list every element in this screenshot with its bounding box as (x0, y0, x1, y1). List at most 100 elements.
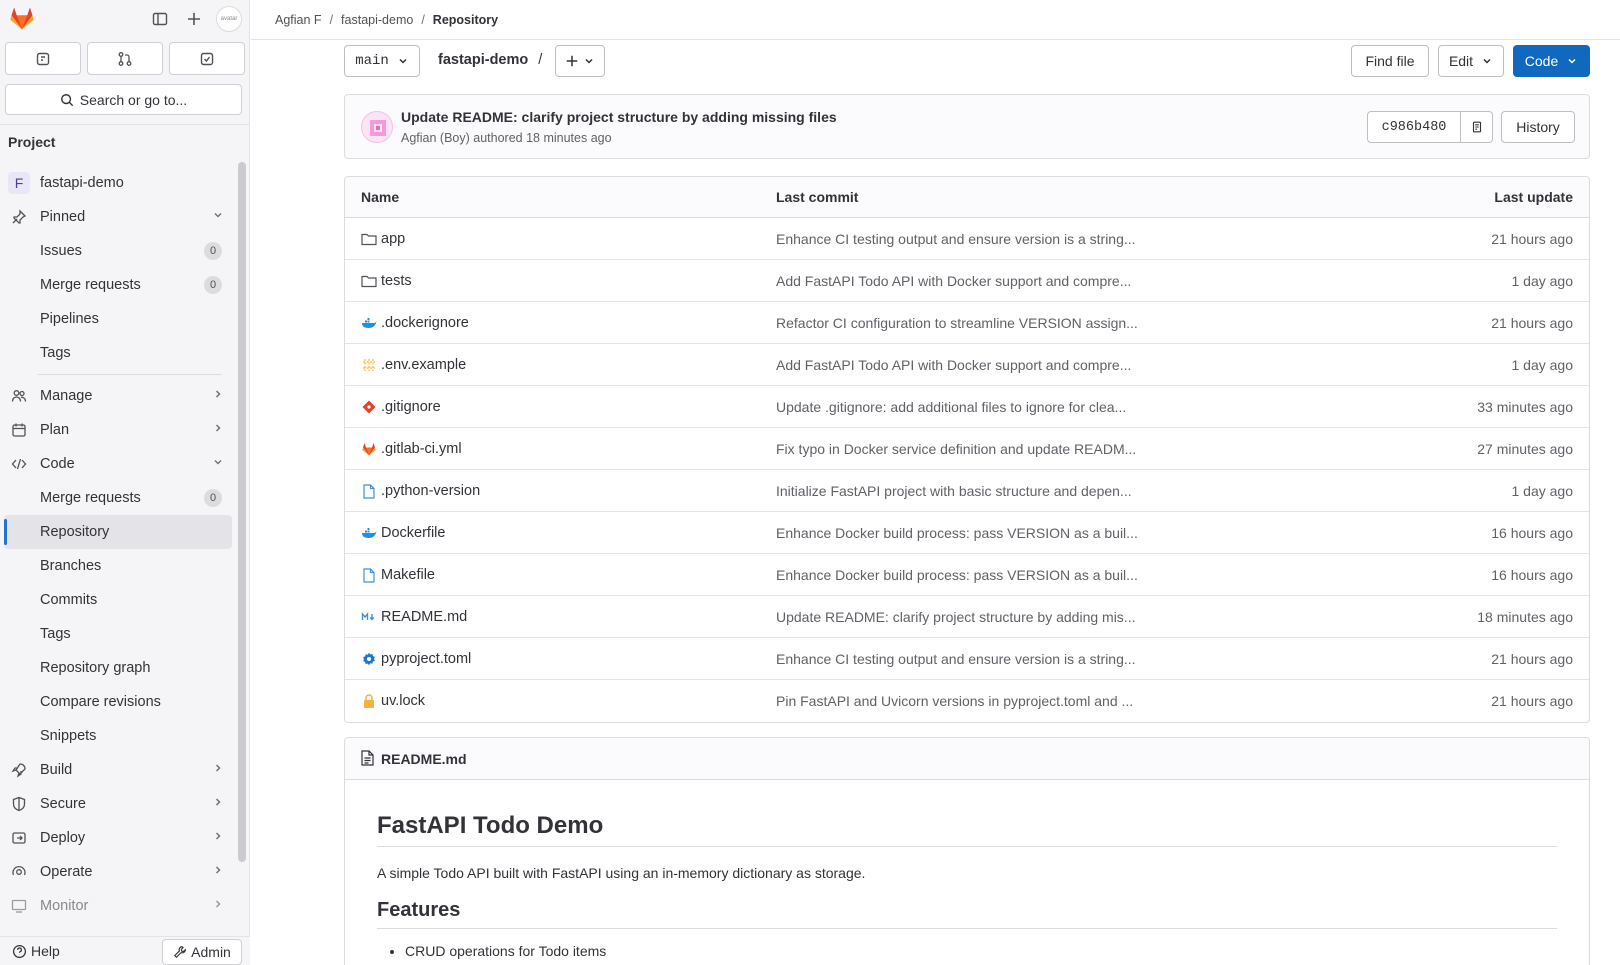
commit-title[interactable]: Update README: clarify project structure… (401, 109, 837, 125)
create-new-icon[interactable] (182, 7, 206, 31)
commit-message[interactable]: Fix typo in Docker service definition an… (776, 441, 1136, 457)
help-label: Help (31, 943, 60, 959)
file-name[interactable]: .python-version (381, 483, 480, 499)
file-name[interactable]: README.md (381, 609, 467, 625)
commit-message[interactable]: Enhance CI testing output and ensure ver… (776, 231, 1136, 247)
sidebar-item-snippets[interactable]: Snippets (0, 719, 236, 753)
commit-message[interactable]: Enhance CI testing output and ensure ver… (776, 651, 1136, 667)
file-name[interactable]: tests (381, 273, 412, 289)
commit-sha[interactable]: c986b480 (1367, 111, 1461, 143)
file-name[interactable]: uv.lock (381, 693, 425, 709)
commit-message[interactable]: Enhance Docker build process: pass VERSI… (776, 567, 1138, 583)
gitlab-logo-icon[interactable] (8, 4, 36, 32)
history-label: History (1516, 119, 1560, 135)
commit-message[interactable]: Enhance Docker build process: pass VERSI… (776, 525, 1138, 541)
breadcrumb-item-current[interactable]: Repository (433, 13, 498, 27)
copy-sha-button[interactable] (1461, 111, 1493, 143)
commit-message[interactable]: Add FastAPI Todo API with Docker support… (776, 357, 1131, 373)
sidebar-item-build[interactable]: Build (0, 753, 236, 787)
sidebar-item-pinned[interactable]: Pinned (0, 200, 236, 234)
sidebar-item-pipelines[interactable]: Pipelines (0, 302, 236, 336)
sidebar-item-repository[interactable]: Repository (4, 515, 232, 549)
commit-date: 21 hours ago (1491, 314, 1573, 331)
sidebar-item-project[interactable]: F fastapi-demo (0, 166, 236, 200)
commit-message[interactable]: Update .gitignore: add additional files … (776, 399, 1126, 415)
file-name[interactable]: .gitignore (381, 399, 441, 415)
commit-message[interactable]: Update README: clarify project structure… (776, 609, 1135, 625)
file-icon (361, 567, 377, 583)
chevron-down-icon (1568, 58, 1576, 64)
sidebar-item-monitor[interactable]: Monitor (0, 889, 236, 923)
user-avatar[interactable]: avatar (216, 6, 242, 32)
table-row[interactable]: .python-version Initialize FastAPI proje… (345, 470, 1589, 512)
search-button[interactable]: Search or go to... (5, 84, 242, 115)
sidebar-item-tags-pinned[interactable]: Tags (0, 336, 236, 370)
merge-requests-shortcut-button[interactable] (87, 42, 163, 75)
table-row[interactable]: .dockerignore Refactor CI configuration … (345, 302, 1589, 344)
chevron-right-icon (212, 388, 224, 404)
sidebar-item-tags[interactable]: Tags (0, 617, 236, 651)
readme-features-heading: Features (377, 899, 1557, 929)
sidebar-item-plan[interactable]: Plan (0, 413, 236, 447)
sidebar-item-merge-requests[interactable]: Merge requests 0 (0, 268, 236, 302)
find-file-button[interactable]: Find file (1351, 45, 1429, 77)
table-row[interactable]: Dockerfile Enhance Docker build process:… (345, 512, 1589, 554)
folder-icon (361, 231, 377, 247)
table-row[interactable]: uv.lock Pin FastAPI and Uvicorn versions… (345, 680, 1589, 722)
issues-shortcut-button[interactable] (5, 42, 81, 75)
sidebar-item-commits[interactable]: Commits (0, 583, 236, 617)
commit-message[interactable]: Add FastAPI Todo API with Docker support… (776, 273, 1131, 289)
table-row[interactable]: .env.example Add FastAPI Todo API with D… (345, 344, 1589, 386)
file-name[interactable]: Makefile (381, 567, 435, 583)
file-name[interactable]: Dockerfile (381, 525, 445, 541)
edit-button[interactable]: Edit (1438, 45, 1504, 77)
admin-button[interactable]: Admin (162, 939, 242, 965)
toggle-sidebar-icon[interactable] (148, 7, 172, 31)
table-row[interactable]: tests Add FastAPI Todo API with Docker s… (345, 260, 1589, 302)
table-row[interactable]: Makefile Enhance Docker build process: p… (345, 554, 1589, 596)
breadcrumb-item-user[interactable]: Agfian F (275, 13, 322, 27)
merge-request-icon (118, 51, 132, 66)
sidebar-item-code-merge-requests[interactable]: Merge requests 0 (0, 481, 236, 515)
sidebar-item-operate[interactable]: Operate (0, 855, 236, 889)
file-name[interactable]: app (381, 231, 405, 247)
todo-shortcut-button[interactable] (169, 42, 245, 75)
file-name[interactable]: pyproject.toml (381, 651, 471, 667)
table-row[interactable]: app Enhance CI testing output and ensure… (345, 218, 1589, 260)
readme-filename[interactable]: README.md (381, 751, 467, 767)
commit-message[interactable]: Refactor CI configuration to streamline … (776, 315, 1138, 331)
docker-icon (361, 525, 377, 541)
code-button[interactable]: Code (1513, 45, 1590, 77)
sidebar-item-code[interactable]: Code (0, 447, 236, 481)
help-button[interactable]: Help (12, 943, 60, 959)
sidebar-item-label: Issues (40, 243, 82, 259)
table-row[interactable]: pyproject.toml Enhance CI testing output… (345, 638, 1589, 680)
table-row[interactable]: README.md Update README: clarify project… (345, 596, 1589, 638)
sidebar-item-branches[interactable]: Branches (0, 549, 236, 583)
sidebar-item-repository-graph[interactable]: Repository graph (0, 651, 236, 685)
sidebar-item-compare-revisions[interactable]: Compare revisions (0, 685, 236, 719)
commit-date: 18 minutes ago (1477, 608, 1573, 625)
sidebar-item-secure[interactable]: Secure (0, 787, 236, 821)
sidebar-scrollbar[interactable] (238, 162, 246, 862)
file-name[interactable]: .dockerignore (381, 315, 469, 331)
table-row[interactable]: .gitlab-ci.yml Fix typo in Docker servic… (345, 428, 1589, 470)
branch-selector[interactable]: main (344, 45, 420, 77)
commit-message[interactable]: Initialize FastAPI project with basic st… (776, 483, 1132, 499)
breadcrumb-separator: / (329, 12, 334, 27)
add-to-tree-button[interactable] (555, 45, 605, 77)
sidebar-item-deploy[interactable]: Deploy (0, 821, 236, 855)
commit-author-avatar[interactable] (361, 111, 393, 143)
file-name[interactable]: .env.example (381, 357, 466, 373)
repo-path[interactable]: fastapi-demo / (438, 52, 542, 68)
sidebar-item-manage[interactable]: Manage (0, 379, 236, 413)
sidebar-item-label: Compare revisions (40, 694, 161, 710)
commit-message[interactable]: Pin FastAPI and Uvicorn versions in pypr… (776, 693, 1133, 709)
sidebar-item-issues[interactable]: Issues 0 (0, 234, 236, 268)
file-name[interactable]: .gitlab-ci.yml (381, 441, 462, 457)
history-button[interactable]: History (1501, 111, 1575, 143)
breadcrumb-item-project[interactable]: fastapi-demo (341, 13, 413, 27)
table-row[interactable]: .gitignore Update .gitignore: add additi… (345, 386, 1589, 428)
edit-label: Edit (1448, 53, 1474, 69)
chevron-right-icon (212, 830, 224, 846)
